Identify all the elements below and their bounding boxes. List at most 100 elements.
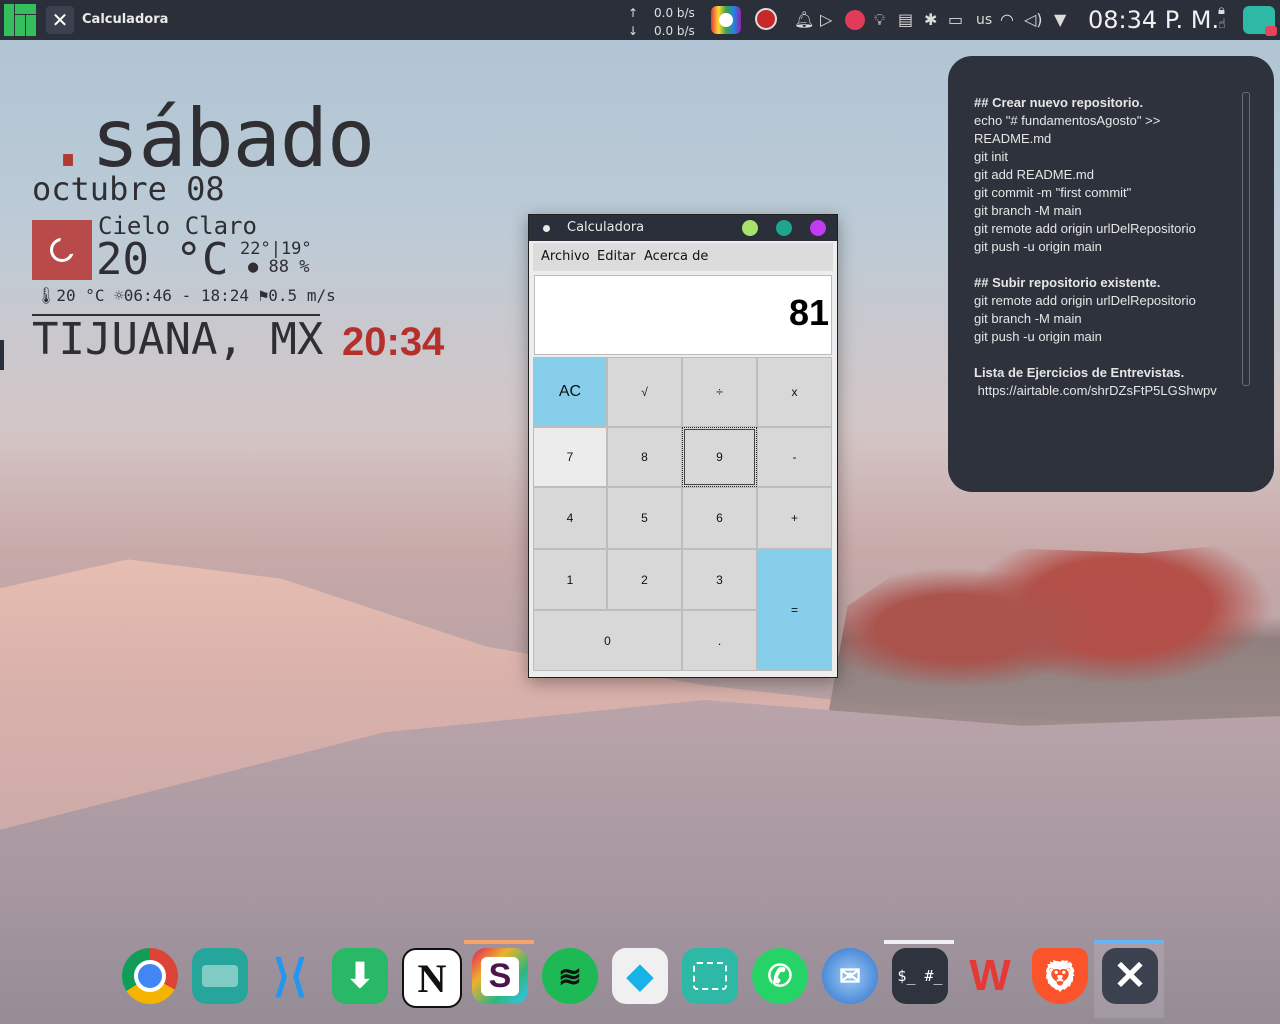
active-task-title[interactable]: Calculadora xyxy=(82,12,168,27)
terminal-icon[interactable]: $_ #_ xyxy=(884,940,954,1014)
keyboard-layout[interactable]: us xyxy=(976,12,992,28)
thunderbird-icon[interactable]: ✉ xyxy=(818,944,880,1014)
notion-icon[interactable]: N xyxy=(398,944,462,1014)
notes-line: git remote add origin urlDelRepositorio xyxy=(974,293,1196,308)
minimize-button[interactable] xyxy=(742,220,758,236)
notes-text[interactable]: ## Crear nuevo repositorio. echo "# funda… xyxy=(974,94,1234,424)
left-edge-handle[interactable] xyxy=(0,340,4,370)
digit-7-button[interactable]: 7 xyxy=(533,427,607,487)
lock-icon[interactable]: 🔒︎ ☝ xyxy=(1218,4,1226,32)
record-icon[interactable] xyxy=(755,8,777,30)
notes-scrollbar[interactable] xyxy=(1242,92,1250,386)
notes-line: ## Subir repositorio existente. xyxy=(974,275,1161,290)
digit-1-button[interactable]: 1 xyxy=(533,549,607,610)
digit-0-button[interactable]: 0 xyxy=(533,610,682,671)
humidity-icon: ● xyxy=(248,257,259,277)
upload-arrow-icon: ↑ xyxy=(628,6,639,20)
lightbulb-icon[interactable]: 💡︎ xyxy=(874,10,885,30)
digit-9-button[interactable]: 9 xyxy=(682,427,757,487)
whatsapp-icon[interactable]: ✆ xyxy=(748,944,810,1014)
digit-8-button[interactable]: 8 xyxy=(607,427,682,487)
screenshot-icon[interactable] xyxy=(678,944,740,1014)
files-icon[interactable] xyxy=(188,944,250,1014)
notes-line xyxy=(974,346,1234,364)
calculator-window: Calculadora Archivo Editar Acerca de 81 … xyxy=(528,214,838,678)
notion-label: N xyxy=(402,948,462,1008)
volume-icon[interactable]: ◁) xyxy=(1024,10,1043,29)
manjaro-menu-icon[interactable] xyxy=(4,4,36,36)
screenshot-tray-icon[interactable] xyxy=(1243,6,1277,36)
window-title: Calculadora xyxy=(567,220,645,235)
menu-archivo[interactable]: Archivo xyxy=(541,249,590,264)
wifi-icon[interactable]: ◠ xyxy=(1000,10,1014,29)
date-label: octubre 08 xyxy=(32,170,225,208)
clipboard-icon[interactable]: ▤ xyxy=(898,10,913,29)
add-button[interactable]: + xyxy=(757,487,832,549)
play-icon[interactable]: ▷ xyxy=(820,10,832,29)
download-arrow-icon: ↓ xyxy=(628,24,639,38)
humidity-value: 88 % xyxy=(268,257,310,277)
high-low-temps: 22°|19° xyxy=(240,239,312,259)
digit-4-button[interactable]: 4 xyxy=(533,487,607,549)
feels-like: 20 °C xyxy=(56,286,105,305)
brave-icon[interactable]: 🦁︎ xyxy=(1028,944,1090,1014)
vscode-icon[interactable]: ⟩⟨ xyxy=(258,944,320,1014)
chrome-icon[interactable] xyxy=(118,944,180,1014)
window-menu-icon[interactable] xyxy=(543,225,550,232)
bell-icon[interactable]: 🔔︎ xyxy=(794,10,814,29)
spotify-icon[interactable]: ≋ xyxy=(538,944,600,1014)
notes-line: git init xyxy=(974,149,1008,164)
notes-line: https://airtable.com/shrDZsFtP5LGShwpv xyxy=(974,383,1217,398)
notes-line: git remote add origin urlDelRepositorio xyxy=(974,221,1196,236)
calculator-titlebar[interactable]: Calculadora xyxy=(529,215,837,241)
notes-line: ## Crear nuevo repositorio. xyxy=(974,95,1144,110)
panel-clock[interactable]: 08:34 P. M. xyxy=(1088,6,1219,34)
chevron-down-icon[interactable]: ▼ xyxy=(1054,10,1066,29)
notes-line: git commit -m "first commit" xyxy=(974,185,1132,200)
weather-high-low: 22°|19° ● 88 % xyxy=(240,240,312,276)
divide-button[interactable]: ÷ xyxy=(682,357,757,427)
digit-6-button[interactable]: 6 xyxy=(682,487,757,549)
notes-line: git push -u origin main xyxy=(974,239,1102,254)
subtract-button[interactable]: - xyxy=(757,427,832,487)
sunrise-icon: ☼ xyxy=(114,286,124,305)
menu-acerca-de[interactable]: Acerca de xyxy=(644,249,708,264)
download-speed: 0.0 b/s xyxy=(654,24,695,38)
app-tray-icon[interactable] xyxy=(845,10,865,30)
sun-times: 06:46 - 18:24 xyxy=(123,286,249,305)
network-speed: ↑ 0.0 b/s ↓ 0.0 b/s xyxy=(628,4,695,40)
color-picker-icon[interactable] xyxy=(711,6,741,34)
terminal-label: $_ #_ xyxy=(892,948,948,1004)
digit-5-button[interactable]: 5 xyxy=(607,487,682,549)
downloader-icon[interactable]: ⬇ xyxy=(328,944,390,1014)
digit-3-button[interactable]: 3 xyxy=(682,549,757,610)
city-label: TIJUANA, MX xyxy=(32,314,324,365)
weather-temperature: 20 °C xyxy=(96,234,229,285)
wps-office-icon[interactable]: W xyxy=(958,944,1020,1014)
digit-2-button[interactable]: 2 xyxy=(607,549,682,610)
moon-icon xyxy=(32,220,92,280)
calculator-task-icon[interactable]: ✕ xyxy=(46,6,74,34)
wps-label: W xyxy=(969,951,1011,1000)
maximize-button[interactable] xyxy=(776,220,792,236)
weather-details: 🌡︎20 °C ☼06:46 - 18:24 ⚑0.5 m/s xyxy=(36,286,336,305)
slack-icon[interactable]: S xyxy=(464,940,534,1014)
widget-time: 20:34 xyxy=(342,320,445,364)
sticky-notes-panel[interactable]: ## Crear nuevo repositorio. echo "# funda… xyxy=(948,56,1274,492)
menu-bar: Archivo Editar Acerca de xyxy=(533,243,833,271)
menu-editar[interactable]: Editar xyxy=(597,249,636,264)
close-button[interactable] xyxy=(810,220,826,236)
sqrt-button[interactable]: √ xyxy=(607,357,682,427)
slack-label: S xyxy=(480,956,520,996)
display-icon[interactable]: ▭ xyxy=(948,10,963,29)
clear-button[interactable]: AC xyxy=(533,357,607,427)
decimal-button[interactable]: . xyxy=(682,610,757,671)
notes-line: git branch -M main xyxy=(974,203,1082,218)
bluetooth-icon[interactable]: ✱ xyxy=(924,10,937,29)
equals-button[interactable]: = xyxy=(757,549,832,671)
multiply-button[interactable]: x xyxy=(757,357,832,427)
top-panel: ✕ Calculadora ↑ 0.0 b/s ↓ 0.0 b/s 🔔︎ ▷ 💡︎ … xyxy=(0,0,1280,40)
calculator-icon[interactable]: ✕ xyxy=(1094,940,1164,1018)
display-value: 81 xyxy=(788,292,829,333)
kodi-icon[interactable]: ◆ xyxy=(608,944,670,1014)
